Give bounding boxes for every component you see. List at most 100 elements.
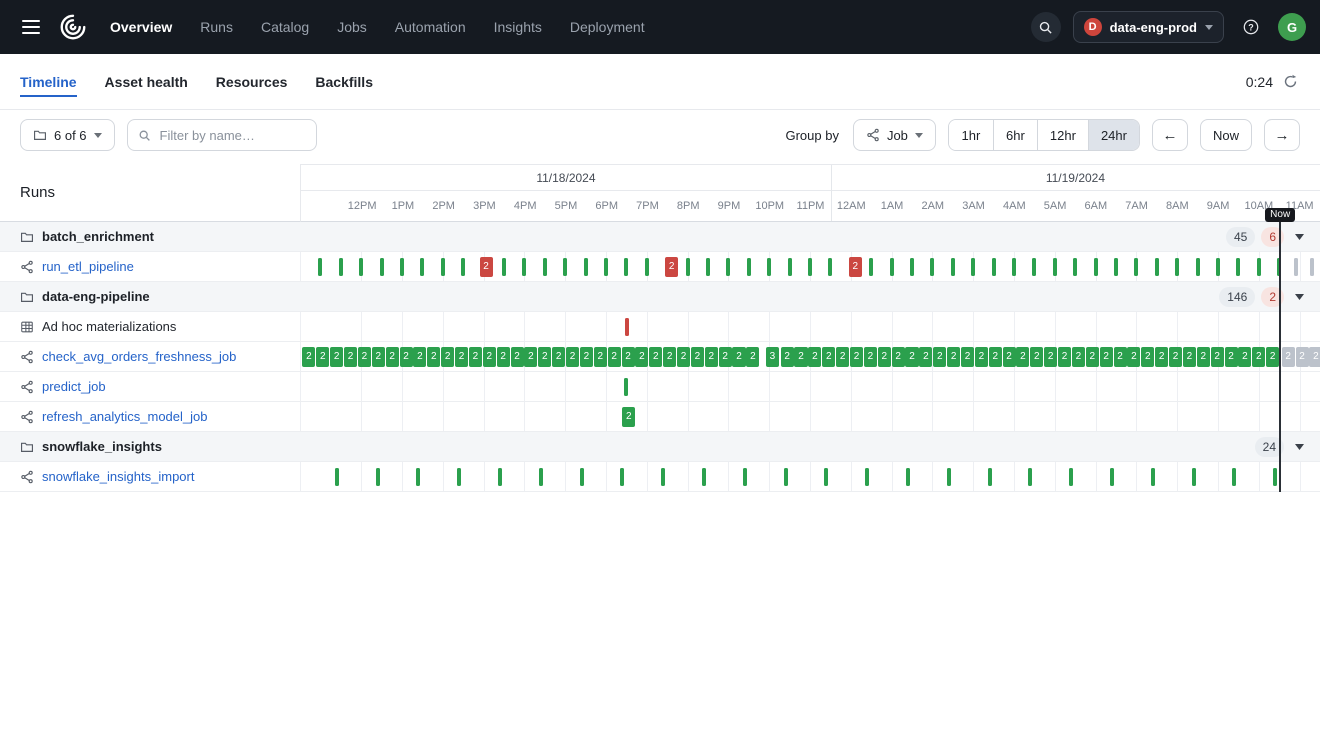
run-box-success[interactable]: 2 xyxy=(497,347,510,367)
run-box-success[interactable]: 2 xyxy=(1211,347,1224,367)
run-tick-success[interactable] xyxy=(1175,258,1179,276)
run-box-success[interactable]: 2 xyxy=(836,347,849,367)
run-box-success[interactable]: 2 xyxy=(1100,347,1113,367)
run-tick-success[interactable] xyxy=(828,258,832,276)
run-box-success[interactable]: 2 xyxy=(1072,347,1085,367)
run-tick-success[interactable] xyxy=(376,468,380,486)
run-tick-success[interactable] xyxy=(661,468,665,486)
range-12hr[interactable]: 12hr xyxy=(1037,120,1088,150)
run-tick-success[interactable] xyxy=(1094,258,1098,276)
run-box-success[interactable]: 2 xyxy=(1114,347,1127,367)
run-box-success[interactable]: 2 xyxy=(594,347,607,367)
run-tick-success[interactable] xyxy=(1236,258,1240,276)
run-tick-success[interactable] xyxy=(416,468,420,486)
run-box-success[interactable]: 2 xyxy=(1252,347,1265,367)
nav-item-automation[interactable]: Automation xyxy=(395,19,466,35)
filter-input[interactable] xyxy=(158,127,306,144)
run-box-success[interactable]: 2 xyxy=(989,347,1002,367)
refresh-icon[interactable] xyxy=(1281,72,1300,91)
run-tick-success[interactable] xyxy=(1216,258,1220,276)
run-box-success[interactable]: 2 xyxy=(1266,347,1279,367)
run-tick-success[interactable] xyxy=(971,258,975,276)
run-box-success[interactable]: 2 xyxy=(677,347,690,367)
run-tick-success[interactable] xyxy=(624,258,628,276)
run-tick-success[interactable] xyxy=(1232,468,1236,486)
run-tick-success[interactable] xyxy=(620,468,624,486)
run-box-success[interactable]: 2 xyxy=(719,347,732,367)
run-tick-success[interactable] xyxy=(522,258,526,276)
run-box-success[interactable]: 2 xyxy=(864,347,877,367)
range-24hr[interactable]: 24hr xyxy=(1088,120,1139,150)
run-tick-success[interactable] xyxy=(702,468,706,486)
run-box-queued[interactable]: 2 xyxy=(1282,347,1295,367)
run-tick-success[interactable] xyxy=(910,258,914,276)
run-tick-success[interactable] xyxy=(824,468,828,486)
run-box-success[interactable]: 2 xyxy=(905,347,918,367)
nav-item-deployment[interactable]: Deployment xyxy=(570,19,645,35)
run-tick-success[interactable] xyxy=(784,468,788,486)
run-box-success[interactable]: 2 xyxy=(822,347,835,367)
run-box-success[interactable]: 2 xyxy=(947,347,960,367)
run-tick-success[interactable] xyxy=(808,258,812,276)
job-link[interactable]: run_etl_pipeline xyxy=(42,259,134,274)
run-box-success[interactable]: 2 xyxy=(344,347,357,367)
run-tick-success[interactable] xyxy=(380,258,384,276)
run-tick-success[interactable] xyxy=(1134,258,1138,276)
run-tick-success[interactable] xyxy=(318,258,322,276)
run-box-success[interactable]: 2 xyxy=(608,347,621,367)
run-box-success[interactable]: 2 xyxy=(372,347,385,367)
run-tick-queued[interactable] xyxy=(1294,258,1298,276)
run-tick-success[interactable] xyxy=(988,468,992,486)
run-tick-success[interactable] xyxy=(580,468,584,486)
run-tick-success[interactable] xyxy=(865,468,869,486)
expand-toggle-icon[interactable] xyxy=(1291,440,1308,454)
tab-resources[interactable]: Resources xyxy=(216,74,288,90)
run-box-success[interactable]: 2 xyxy=(649,347,662,367)
run-box-success[interactable]: 2 xyxy=(892,347,905,367)
run-box-success[interactable]: 2 xyxy=(622,347,635,367)
group-row-data-eng-pipeline[interactable]: data-eng-pipeline1462 xyxy=(0,282,1320,312)
nav-item-overview[interactable]: Overview xyxy=(110,19,172,35)
run-tick-success[interactable] xyxy=(624,378,628,396)
run-tick-success[interactable] xyxy=(1110,468,1114,486)
run-box-success[interactable]: 2 xyxy=(524,347,537,367)
job-link[interactable]: snowflake_insights_import xyxy=(42,469,194,484)
run-box-queued[interactable]: 2 xyxy=(1309,347,1320,367)
run-box-success[interactable]: 2 xyxy=(1141,347,1154,367)
run-box-success[interactable]: 2 xyxy=(961,347,974,367)
run-tick-success[interactable] xyxy=(890,258,894,276)
run-tick-success[interactable] xyxy=(788,258,792,276)
run-box-success[interactable]: 2 xyxy=(781,347,794,367)
help-icon[interactable]: ? xyxy=(1236,12,1266,42)
now-button[interactable]: Now xyxy=(1200,119,1252,151)
expand-toggle-icon[interactable] xyxy=(1291,230,1308,244)
run-box-success[interactable]: 2 xyxy=(1030,347,1043,367)
nav-item-insights[interactable]: Insights xyxy=(494,19,542,35)
run-tick-success[interactable] xyxy=(335,468,339,486)
run-box-success[interactable]: 2 xyxy=(622,407,635,427)
run-tick-success[interactable] xyxy=(1151,468,1155,486)
run-box-success[interactable]: 2 xyxy=(511,347,524,367)
run-tick-success[interactable] xyxy=(400,258,404,276)
run-tick-success[interactable] xyxy=(461,258,465,276)
run-tick-success[interactable] xyxy=(747,258,751,276)
run-tick-success[interactable] xyxy=(1114,258,1118,276)
run-box-success[interactable]: 2 xyxy=(1155,347,1168,367)
run-tick-success[interactable] xyxy=(359,258,363,276)
run-box-success[interactable]: 2 xyxy=(302,347,315,367)
run-box-success[interactable]: 2 xyxy=(441,347,454,367)
run-box-success[interactable]: 2 xyxy=(1086,347,1099,367)
run-box-queued[interactable]: 2 xyxy=(1296,347,1309,367)
run-box-success[interactable]: 2 xyxy=(691,347,704,367)
run-tick-success[interactable] xyxy=(498,468,502,486)
run-box-success[interactable]: 2 xyxy=(850,347,863,367)
run-tick-success[interactable] xyxy=(947,468,951,486)
run-tick-success[interactable] xyxy=(1073,258,1077,276)
run-box-success[interactable]: 2 xyxy=(316,347,329,367)
run-tick-success[interactable] xyxy=(706,258,710,276)
run-tick-success[interactable] xyxy=(1196,258,1200,276)
run-tick-success[interactable] xyxy=(1069,468,1073,486)
scope-dropdown[interactable]: 6 of 6 xyxy=(20,119,115,151)
group-by-dropdown[interactable]: Job xyxy=(853,119,936,151)
avatar[interactable]: G xyxy=(1278,13,1306,41)
